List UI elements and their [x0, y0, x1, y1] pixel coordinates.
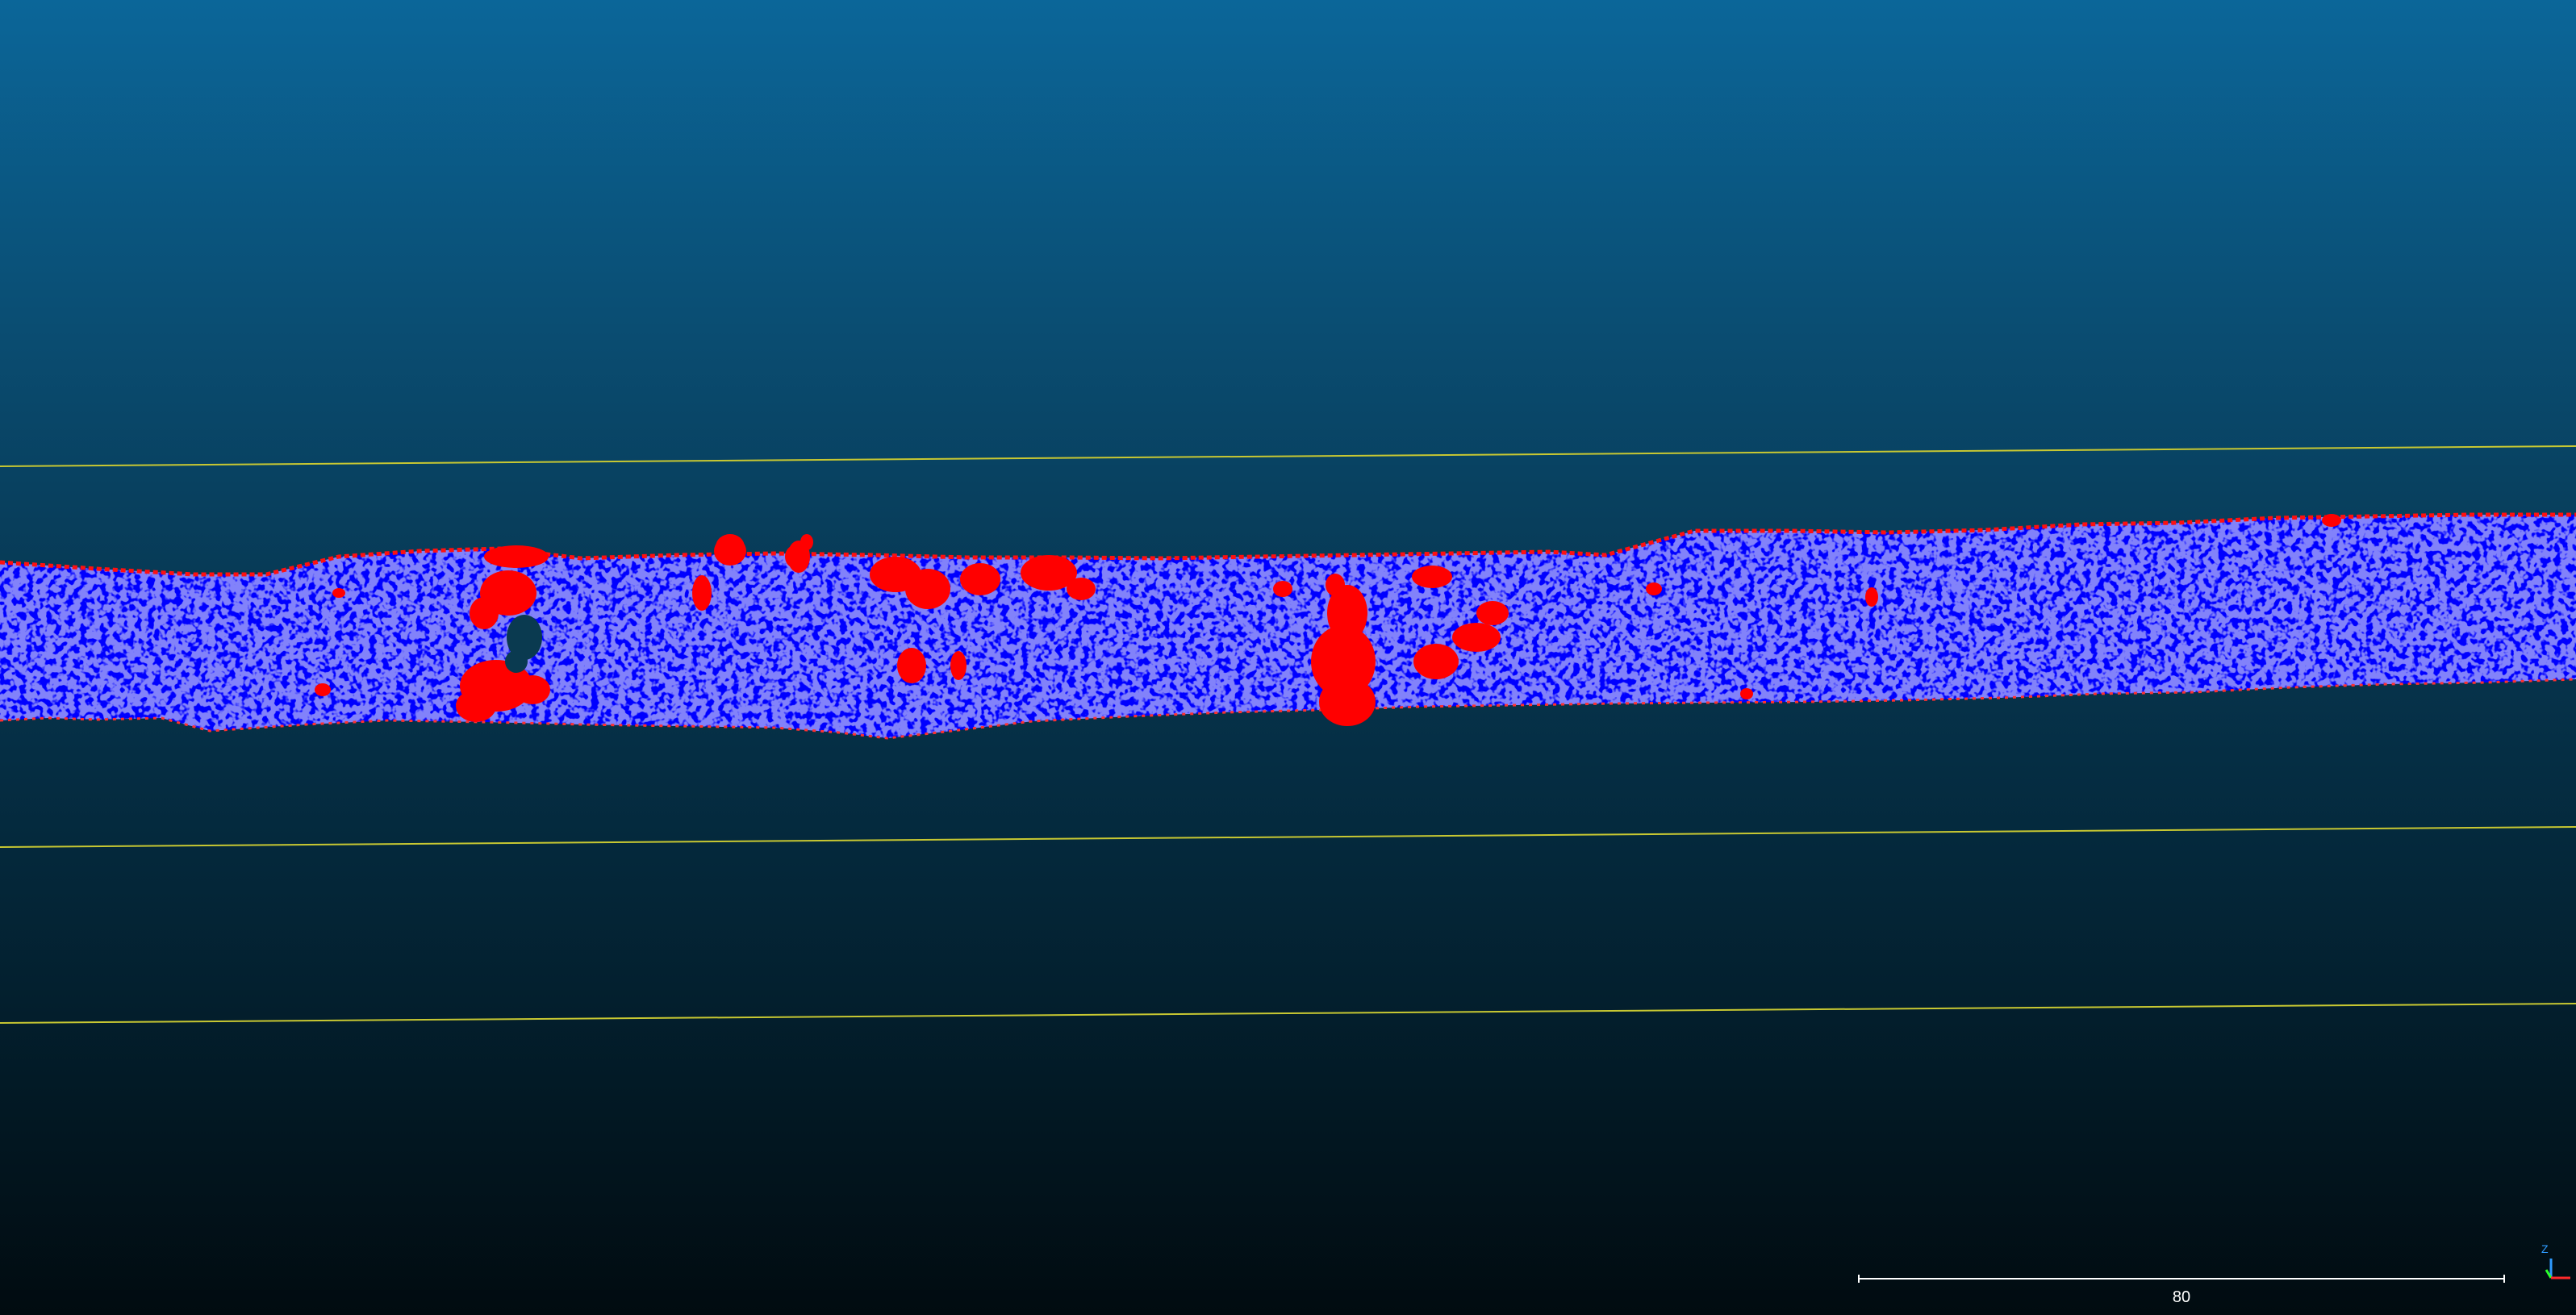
scale-bar [1858, 1275, 2505, 1283]
point-cloud-scene[interactable] [0, 0, 2576, 1315]
3d-viewport[interactable]: Z 80 [0, 0, 2576, 1315]
point-cloud[interactable] [0, 508, 2576, 750]
guide-line-middle [0, 826, 2576, 848]
point-cloud-noise [0, 515, 2576, 738]
axis-gizmo[interactable] [2545, 1259, 2570, 1280]
guide-line-lower [0, 1003, 2576, 1024]
axis-z-label: Z [2541, 1242, 2549, 1255]
scale-bar-label: 80 [2172, 1288, 2191, 1306]
guide-line-upper [0, 445, 2576, 467]
